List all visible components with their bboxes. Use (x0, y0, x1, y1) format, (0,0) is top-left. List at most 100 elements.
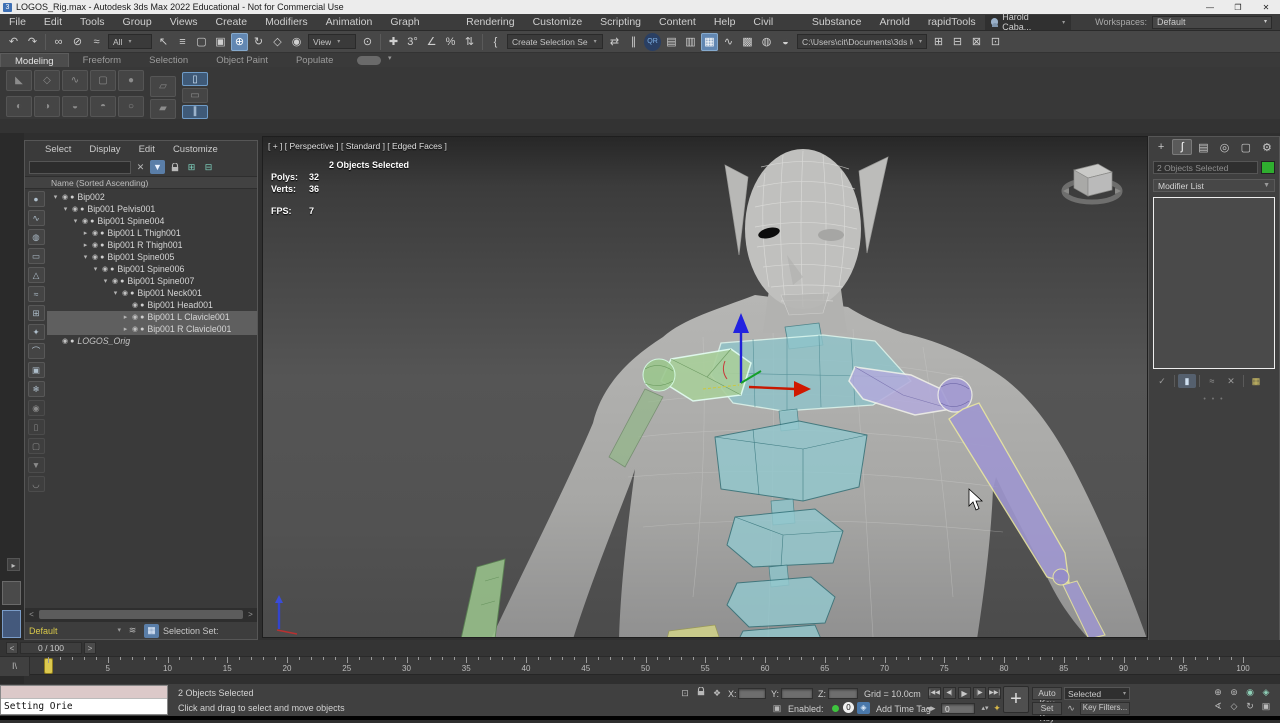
tree-node-bip001-spine006[interactable]: ▾◉●Bip001 Spine006 (47, 263, 257, 275)
configure-modifier-sets-icon[interactable]: ▦ (1247, 374, 1265, 388)
select-and-move-icon[interactable]: ⊕ (231, 33, 248, 51)
explorer-menu-display[interactable]: Display (81, 144, 128, 155)
visibility-eye-icon[interactable]: ◉ (132, 325, 138, 333)
pm-attach-tool[interactable]: ▰ (150, 99, 176, 120)
visibility-eye-icon[interactable]: ◉ (62, 337, 68, 345)
viewport[interactable]: [ + ] [ Perspective ] [ Standard ] [ Edg… (262, 136, 1148, 638)
tree-node-bip001-spine005[interactable]: ▾◉●Bip001 Spine005 (47, 251, 257, 263)
close-button[interactable]: ✕ (1252, 3, 1280, 12)
tree-node-bip001-spine007[interactable]: ▾◉●Bip001 Spine007 (47, 275, 257, 287)
workspace-dropdown[interactable]: Default ▾ (1152, 16, 1272, 29)
visibility-eye-icon[interactable]: ◉ (102, 265, 108, 273)
named-selection-set-field[interactable]: Create Selection Se▾ (507, 34, 603, 49)
tab-hierarchy[interactable]: ▤ (1193, 139, 1213, 155)
tree-node-logos-orig[interactable]: ◉●LOGOS_Orig (47, 335, 257, 347)
visibility-eye-icon[interactable]: ◉ (92, 253, 98, 261)
tab-create[interactable]: + (1151, 139, 1171, 155)
tree-node-bip001-r-clavicle001[interactable]: ▸◉●Bip001 R Clavicle001 (47, 323, 257, 335)
expand-arrow-icon[interactable]: ▾ (71, 217, 80, 225)
transform-type-in-icon[interactable]: ❖ (710, 687, 724, 700)
select-and-scale-icon[interactable]: ◇ (269, 33, 286, 51)
selection-filter-dropdown[interactable]: All▾ (108, 34, 152, 49)
frame-spinner-arrows[interactable]: ◂▸ (924, 702, 938, 715)
object-name-field[interactable]: 2 Objects Selected (1153, 161, 1258, 174)
maximize-button[interactable]: ❐ (1224, 3, 1252, 12)
menu-help[interactable]: Help (705, 14, 745, 31)
render-setup-icon[interactable]: ◒ (777, 33, 794, 51)
new-scene-explorer-icon[interactable]: ⊟ (949, 33, 966, 51)
pm-collapse-tool[interactable]: ▱ (150, 76, 176, 97)
expand-arrow-icon[interactable]: ▾ (91, 265, 100, 273)
use-pivot-point-center-icon[interactable]: ⊙ (359, 33, 376, 51)
minimize-button[interactable]: — (1196, 3, 1224, 12)
expand-arrow-icon[interactable]: ▸ (81, 229, 90, 237)
layers-icon[interactable]: ≋ (125, 624, 140, 638)
ribbon-overflow-icon[interactable] (357, 56, 381, 65)
zoom-extents-icon[interactable]: ◉ (1242, 686, 1258, 700)
toggle-layer-explorer-icon[interactable]: ▥ (682, 33, 699, 51)
pm-swiftloop-tool[interactable]: ▯ (182, 72, 208, 86)
visibility-eye-icon[interactable]: ◉ (92, 229, 98, 237)
key-filters-button[interactable]: Key Filters... (1080, 702, 1130, 715)
viewcube[interactable] (1059, 151, 1125, 209)
visibility-eye-icon[interactable]: ◉ (92, 241, 98, 249)
key-mode-toggle-icon[interactable]: ∿ (1064, 702, 1078, 715)
curve-editor-icon[interactable]: ∿ (720, 33, 737, 51)
selection-lock-icon[interactable] (694, 687, 708, 700)
material-editor-icon[interactable]: ◍ (758, 33, 775, 51)
expand-arrow-icon[interactable]: ▸ (121, 313, 130, 321)
menu-customize[interactable]: Customize (524, 14, 592, 31)
menu-arnold[interactable]: Arnold (870, 14, 918, 31)
remove-modifier-icon[interactable]: ✕ (1222, 374, 1240, 388)
play-button[interactable]: ▶ (958, 687, 971, 699)
pm-constraints-tool[interactable]: ∥ (182, 105, 208, 119)
filter-icon[interactable]: ▼ (150, 160, 165, 174)
minimized-window[interactable] (2, 581, 21, 605)
visibility-eye-icon[interactable]: ◉ (132, 301, 138, 309)
display-cameras-icon[interactable]: ▭ (28, 248, 45, 264)
scroll-right-icon[interactable]: > (244, 610, 257, 619)
filter-funnel-icon[interactable]: ▼ (28, 457, 45, 473)
current-frame-field[interactable]: 0 (941, 703, 975, 714)
manage-containers-icon[interactable]: ⊡ (987, 33, 1004, 51)
visibility-eye-icon[interactable]: ◉ (132, 313, 138, 321)
angle-snap-toggle-icon[interactable]: ∠ (423, 33, 440, 51)
frame-range-display[interactable]: 0 / 100 (20, 642, 82, 654)
next-frame-button[interactable]: |▶ (973, 687, 986, 699)
zoom-all-icon[interactable]: ⊚ (1226, 686, 1242, 700)
redo-icon[interactable]: ↷ (24, 33, 41, 51)
pm-tool-6[interactable]: ◐ (6, 96, 32, 117)
window-crossing-toggle-icon[interactable]: ▣ (212, 33, 229, 51)
time-tag-icon[interactable]: ▣ (770, 702, 784, 715)
pm-paintconnect-tool[interactable]: ▭ (182, 88, 208, 102)
field-of-view-icon[interactable]: ∢ (1210, 700, 1226, 714)
orbit-icon[interactable]: ↻ (1242, 700, 1258, 714)
viewport-label[interactable]: [ + ] [ Perspective ] [ Standard ] [ Edg… (268, 141, 447, 151)
display-frozen-icon[interactable]: ❄ (28, 381, 45, 397)
visibility-eye-icon[interactable]: ◉ (112, 277, 118, 285)
previous-frame-button[interactable]: ◀| (943, 687, 956, 699)
visibility-eye-icon[interactable]: ◉ (62, 193, 68, 201)
expand-arrow-icon[interactable]: ▾ (111, 289, 120, 297)
tree-node-bip001-neck001[interactable]: ▾◉●Bip001 Neck001 (47, 287, 257, 299)
make-unique-icon[interactable]: ≈ (1203, 374, 1221, 388)
expand-arrow-icon[interactable]: ▾ (61, 205, 70, 213)
display-b-icon[interactable]: ▯ (28, 419, 45, 435)
isolate-selection-icon[interactable]: ⊡ (678, 687, 692, 700)
menu-create[interactable]: Create (207, 14, 257, 31)
collapse-all-icon[interactable]: ⊟ (201, 160, 216, 174)
ribbon-tab-object-paint[interactable]: Object Paint (202, 53, 282, 67)
display-f-icon[interactable]: ▢ (28, 438, 45, 454)
show-end-result-icon[interactable]: ▮ (1178, 374, 1196, 388)
display-lights-icon[interactable]: ◍ (28, 229, 45, 245)
z-coordinate-field[interactable] (828, 688, 858, 699)
scrollbar-thumb[interactable] (39, 610, 243, 619)
asset-tracking-icon[interactable]: ⊞ (930, 33, 947, 51)
rectangular-selection-region-icon[interactable]: ▢ (193, 33, 210, 51)
expand-arrow-icon[interactable]: ▸ (121, 325, 130, 333)
display-shapes-icon[interactable]: ∿ (28, 210, 45, 226)
select-object-icon[interactable]: ↖ (155, 33, 172, 51)
menu-scripting[interactable]: Scripting (591, 14, 650, 31)
menu-group[interactable]: Group (114, 14, 161, 31)
explorer-menu-select[interactable]: Select (37, 144, 79, 155)
